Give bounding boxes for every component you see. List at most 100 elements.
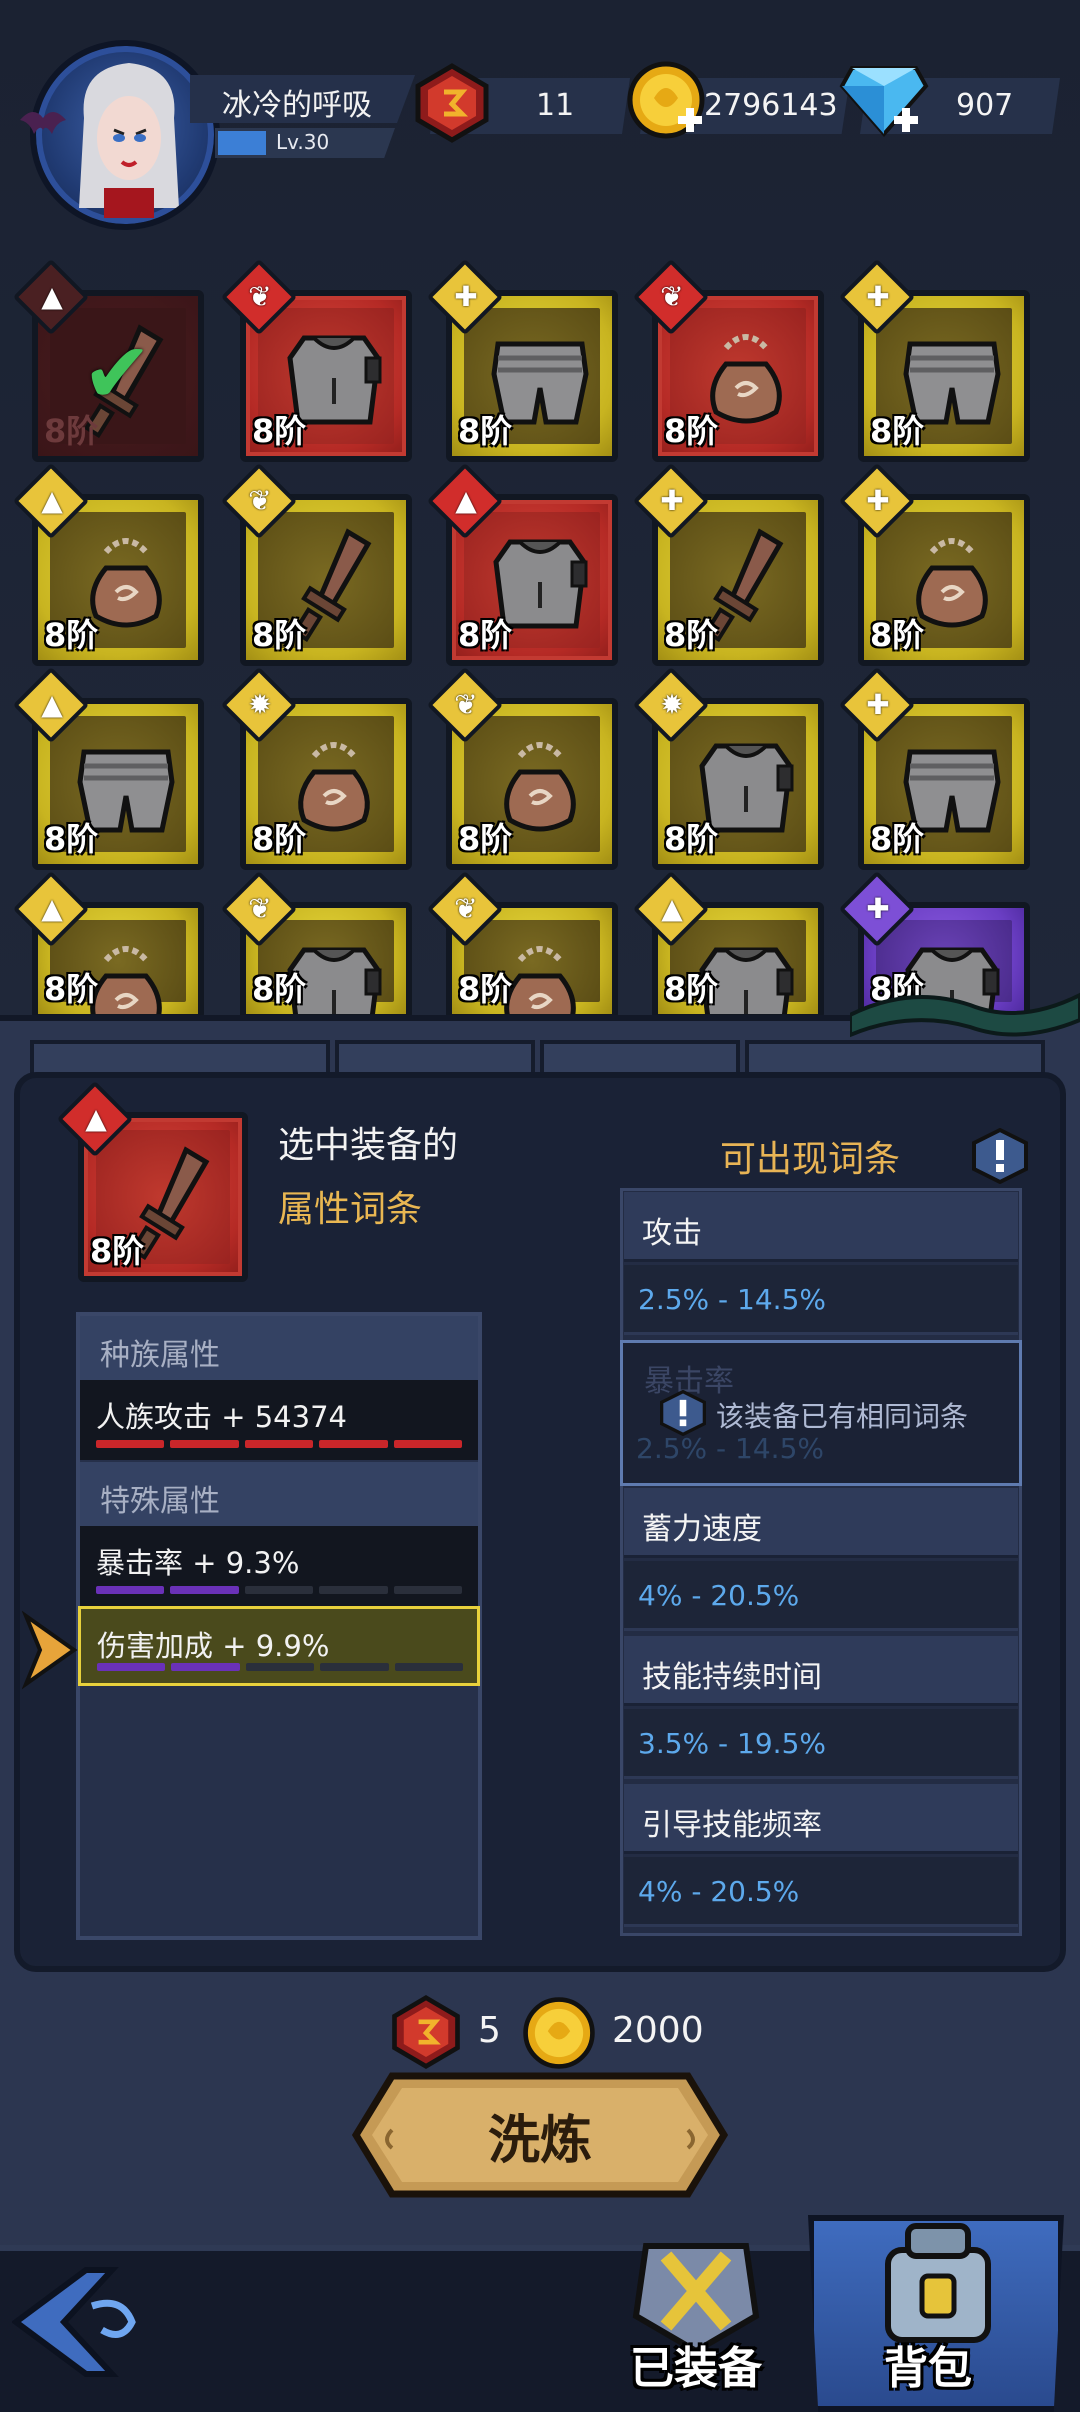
helmet-icon: ▲ (41, 687, 63, 721)
diamond-count: 907 (956, 88, 1014, 123)
segment (393, 1586, 463, 1594)
slot-tier: 8阶 (458, 412, 513, 450)
slot-tier: 8阶 (44, 820, 99, 858)
wing-icon: ❦ (248, 279, 272, 313)
tab-bag[interactable]: 背包 (884, 2332, 972, 2396)
selection-arrow-icon (22, 1610, 78, 1690)
slot-tier: 8阶 (252, 820, 307, 858)
slot-tier: 8阶 (870, 412, 925, 450)
available-entry-range: 4% - 20.5% (624, 1561, 1018, 1631)
segment (170, 1586, 239, 1594)
race-attr-text: 人族攻击 + 54374 (96, 1400, 347, 1434)
wing-icon: ❦ (454, 891, 478, 925)
wrench-icon: ✚ (660, 483, 684, 517)
helmet-icon: ▲ (455, 483, 477, 517)
special-attr-text: 暴击率 + 9.3% (96, 1546, 300, 1580)
wrench-icon: ✚ (866, 483, 890, 517)
cost-gem-icon (392, 1995, 460, 2069)
cost-gold: 2000 (612, 2010, 704, 2051)
wing-icon: ❦ (248, 891, 272, 925)
segment (393, 1440, 463, 1448)
helmet-icon: ▲ (41, 891, 63, 925)
gem-count: 11 (536, 88, 575, 123)
back-arrow-icon[interactable] (12, 2262, 172, 2382)
flame-icon: ✹ (248, 687, 272, 721)
special-attr-header: 特殊属性 (80, 1462, 478, 1526)
wing-icon: ❦ (660, 279, 684, 313)
wrench-icon: ✚ (866, 687, 890, 721)
segment (244, 1440, 314, 1448)
slot-tier: 8阶 (458, 616, 513, 654)
race-attr-segments (96, 1440, 463, 1448)
bag-tab-icon (885, 2223, 991, 2343)
slot-tier: 8阶 (458, 820, 513, 858)
wrench-icon: ✚ (454, 279, 478, 313)
helmet-icon: ▲ (85, 1101, 107, 1135)
equipped-check-icon: ✔ (82, 324, 153, 422)
segment (171, 1663, 240, 1671)
red-rune-gem-icon[interactable] (414, 62, 490, 144)
duplicate-entry-range: 2.5% - 14.5% (636, 1432, 824, 1465)
selected-item-tier: 8阶 (90, 1232, 145, 1270)
duplicate-message: 该装备已有相同词条 (716, 1400, 969, 1433)
segment (245, 1663, 315, 1671)
segment (244, 1586, 314, 1594)
race-attr-row: 人族攻击 + 54374 (80, 1380, 478, 1460)
available-entry-name: 蓄力速度 (624, 1488, 1018, 1558)
available-entry-range: 3.5% - 19.5% (624, 1709, 1018, 1779)
slot-tier: 8阶 (458, 970, 513, 1008)
available-entry-name: 攻击 (624, 1192, 1018, 1262)
available-entry-name: 引导技能频率 (624, 1784, 1018, 1854)
helmet-icon: ▲ (661, 891, 683, 925)
slot-tier: 8阶 (44, 616, 99, 654)
special-attr-segments (97, 1663, 464, 1671)
helmet-icon: ▲ (41, 279, 63, 313)
refine-button-label: 洗炼 (487, 2111, 592, 2171)
available-entry-range: 4% - 20.5% (624, 1857, 1018, 1927)
segment (319, 1586, 388, 1594)
segment (394, 1663, 464, 1671)
selected-item: 8阶 ▲ (56, 1080, 248, 1282)
level-bar-fill (218, 131, 266, 155)
blue-diamond-icon[interactable] (838, 60, 930, 140)
race-attr-header: 种族属性 (80, 1316, 478, 1380)
gold-count: 2796143 (704, 88, 838, 123)
special-attr-text: 伤害加成 + 9.9% (97, 1629, 330, 1663)
flame-icon: ✹ (660, 687, 684, 721)
helmet-icon: ▲ (41, 483, 63, 517)
selected-subtitle: 属性词条 (278, 1189, 423, 1230)
segment (319, 1440, 388, 1448)
wrench-icon: ✚ (866, 891, 890, 925)
player-name: 冰冷的呼吸 (222, 88, 372, 123)
slot-tier: 8阶 (664, 970, 719, 1008)
warning-icon (660, 1390, 706, 1436)
available-entry-name: 技能持续时间 (624, 1636, 1018, 1706)
special-attr-row[interactable]: 暴击率 + 9.3% (80, 1526, 478, 1606)
available-title: 可出现词条 (720, 1139, 901, 1180)
slot-tier: 8阶 (252, 970, 307, 1008)
gold-coin-icon[interactable] (624, 58, 708, 142)
slot-tier: 8阶 (664, 616, 719, 654)
player-level: Lv.30 (276, 130, 330, 154)
tab-equipped[interactable]: 已装备 (630, 2332, 762, 2396)
slot-tier: 8阶 (664, 820, 719, 858)
wing-icon: ❦ (248, 483, 272, 517)
segment (96, 1440, 165, 1448)
avatar-portrait-icon (79, 63, 179, 218)
cost-gold-icon (523, 1997, 595, 2069)
wing-icon: ❦ (454, 687, 478, 721)
available-entry-range: 2.5% - 14.5% (624, 1265, 1018, 1335)
slot-tier: 8阶 (44, 970, 99, 1008)
slot-tier: 8阶 (870, 820, 925, 858)
bat-ornament-icon (20, 111, 66, 134)
wrench-icon: ✚ (866, 279, 890, 313)
selected-title: 选中装备的 (278, 1125, 459, 1166)
slot-tier: 8阶 (252, 412, 307, 450)
segment (97, 1663, 166, 1671)
info-icon[interactable] (972, 1128, 1028, 1184)
special-attr-row-selected[interactable]: 伤害加成 + 9.9% (78, 1606, 480, 1686)
cost-gem: 5 (478, 2010, 501, 2051)
segment (96, 1586, 165, 1594)
special-attr-segments (96, 1586, 463, 1594)
segment (320, 1663, 389, 1671)
